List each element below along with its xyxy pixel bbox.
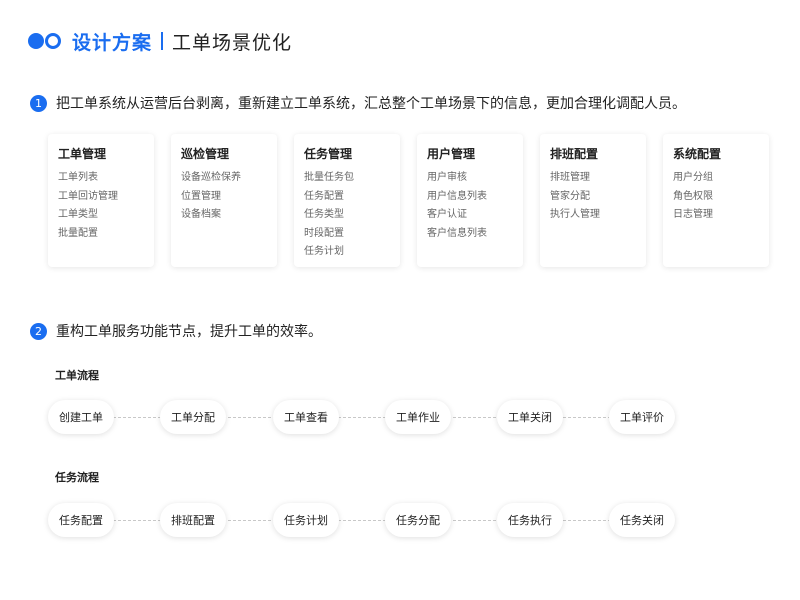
brand-title: 设计方案 — [72, 31, 153, 54]
module-item[interactable]: 工单回访管理 — [58, 188, 144, 207]
step-description: 重构工单服务功能节点，提升工单的效率。 — [56, 324, 322, 340]
module-card-system: 系统配置 用户分组 角色权限 日志管理 — [663, 134, 769, 267]
module-item[interactable]: 任务计划 — [304, 243, 390, 262]
module-item[interactable]: 任务配置 — [304, 188, 390, 207]
module-cards: 工单管理 工单列表 工单回访管理 工单类型 批量配置 巡检管理 设备巡检保养 位… — [48, 134, 769, 267]
flow-node[interactable]: 排班配置 — [160, 503, 226, 537]
flow-node[interactable]: 任务执行 — [497, 503, 563, 537]
module-card-task: 任务管理 批量任务包 任务配置 任务类型 时段配置 任务计划 — [294, 134, 400, 267]
flow-node[interactable]: 工单作业 — [385, 400, 451, 434]
flow-node[interactable]: 工单分配 — [160, 400, 226, 434]
module-item[interactable]: 客户信息列表 — [427, 225, 513, 244]
module-item[interactable]: 角色权限 — [673, 188, 759, 207]
flow-task: 任务配置 排班配置 任务计划 任务分配 任务执行 任务关闭 — [48, 503, 676, 537]
module-title: 工单管理 — [58, 147, 107, 161]
module-item[interactable]: 用户审核 — [427, 169, 513, 188]
step-2: 2 重构工单服务功能节点，提升工单的效率。 — [30, 321, 322, 341]
module-title: 系统配置 — [673, 147, 722, 161]
step-number-badge: 1 — [30, 94, 47, 112]
module-item[interactable]: 设备巡检保养 — [181, 169, 267, 188]
module-item[interactable]: 批量任务包 — [304, 169, 390, 188]
module-card-inspection: 巡检管理 设备巡检保养 位置管理 设备档案 — [171, 134, 277, 267]
flow-node[interactable]: 工单查看 — [273, 400, 339, 434]
module-item[interactable]: 客户认证 — [427, 206, 513, 225]
flow-node[interactable]: 任务计划 — [273, 503, 339, 537]
step-1: 1 把工单系统从运营后台剥离，重新建立工单系统，汇总整个工单场景下的信息，更加合… — [30, 93, 686, 113]
flow-node[interactable]: 工单关闭 — [497, 400, 563, 434]
flow-node[interactable]: 创建工单 — [48, 400, 114, 434]
step-description: 把工单系统从运营后台剥离，重新建立工单系统，汇总整个工单场景下的信息，更加合理化… — [56, 96, 686, 112]
module-title: 排班配置 — [550, 147, 599, 161]
module-item[interactable]: 任务类型 — [304, 206, 390, 225]
flow-node[interactable]: 任务分配 — [385, 503, 451, 537]
header: 设计方案 工单场景优化 — [28, 28, 292, 54]
flow-title-task: 任务流程 — [55, 471, 99, 484]
module-card-user: 用户管理 用户审核 用户信息列表 客户认证 客户信息列表 — [417, 134, 523, 267]
step-number-badge: 2 — [30, 322, 47, 340]
module-item[interactable]: 日志管理 — [673, 206, 759, 225]
module-item[interactable]: 工单列表 — [58, 169, 144, 188]
flow-title-work-order: 工单流程 — [55, 369, 99, 382]
module-item[interactable]: 工单类型 — [58, 206, 144, 225]
flow-node[interactable]: 任务配置 — [48, 503, 114, 537]
module-title: 用户管理 — [427, 147, 476, 161]
module-title: 巡检管理 — [181, 147, 230, 161]
logo-icon — [28, 32, 62, 50]
flow-node[interactable]: 工单评价 — [609, 400, 675, 434]
module-card-work-order: 工单管理 工单列表 工单回访管理 工单类型 批量配置 — [48, 134, 154, 267]
module-item[interactable]: 位置管理 — [181, 188, 267, 207]
module-item[interactable]: 排班管理 — [550, 169, 636, 188]
module-item[interactable]: 设备档案 — [181, 206, 267, 225]
module-item[interactable]: 用户分组 — [673, 169, 759, 188]
title-divider — [161, 32, 164, 50]
module-item[interactable]: 用户信息列表 — [427, 188, 513, 207]
module-item[interactable]: 时段配置 — [304, 225, 390, 244]
module-item[interactable]: 执行人管理 — [550, 206, 636, 225]
flow-node[interactable]: 任务关闭 — [609, 503, 675, 537]
page-title: 工单场景优化 — [172, 31, 293, 54]
flow-work-order: 创建工单 工单分配 工单查看 工单作业 工单关闭 工单评价 — [48, 400, 676, 434]
module-item[interactable]: 管家分配 — [550, 188, 636, 207]
module-title: 任务管理 — [304, 147, 353, 161]
module-card-schedule: 排班配置 排班管理 管家分配 执行人管理 — [540, 134, 646, 267]
module-item[interactable]: 批量配置 — [58, 225, 144, 244]
